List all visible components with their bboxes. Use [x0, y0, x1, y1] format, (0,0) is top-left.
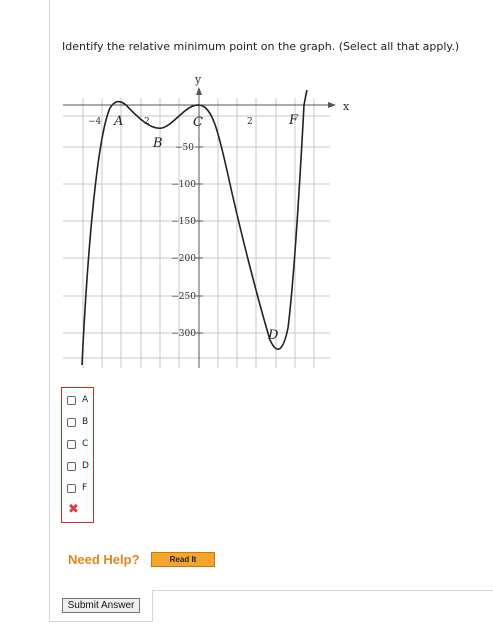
point-label-a: A [113, 114, 123, 129]
function-curve [81, 89, 308, 366]
choice-label-d: D [82, 461, 89, 471]
checkbox-d[interactable] [67, 461, 76, 471]
checkbox-b[interactable] [67, 417, 76, 427]
point-label-b: B [152, 136, 163, 151]
page-bottom-rule-right [152, 590, 493, 591]
x-axis-arrow [328, 102, 336, 108]
y-axis-arrow [196, 87, 202, 95]
answer-choices: A B C D F ✖ [61, 387, 94, 523]
y-tick-100: −100 [171, 180, 196, 190]
x-axis-label: x [343, 100, 350, 113]
choice-f[interactable]: F [67, 481, 87, 495]
checkbox-f[interactable] [67, 483, 76, 493]
need-help-label: Need Help? [68, 552, 140, 567]
y-tick-250: −250 [171, 292, 196, 302]
choice-label-b: B [82, 417, 89, 427]
page-bottom-rule [49, 621, 153, 622]
y-tick-200: −200 [171, 254, 196, 264]
submit-answer-button[interactable]: Submit Answer [62, 598, 140, 613]
y-tick-150: −150 [171, 217, 196, 227]
choice-label-c: C [82, 439, 89, 449]
y-tick-300: −300 [171, 329, 196, 339]
graph-grid [63, 98, 330, 368]
y-tick-50: −50 [175, 143, 194, 153]
x-tick-neg4: −4 [88, 117, 102, 127]
y-axis-label: y [194, 73, 202, 86]
checkbox-a[interactable] [67, 395, 76, 405]
choice-label-a: A [82, 395, 89, 405]
page-bottom-rule-corner [152, 590, 153, 622]
choice-c[interactable]: C [67, 437, 88, 451]
x-tick-2: 2 [247, 117, 253, 127]
choice-d[interactable]: D [67, 459, 89, 473]
choice-label-f: F [82, 483, 88, 493]
choice-b[interactable]: B [67, 415, 88, 429]
read-it-button[interactable]: Read It [151, 552, 215, 567]
point-label-d: D [267, 328, 279, 343]
choice-a[interactable]: A [67, 393, 88, 407]
checkbox-c[interactable] [67, 439, 76, 449]
x-mark-icon: ✖ [68, 502, 79, 517]
function-graph: x y −4 2 2 −50 −100 −150 −200 −250 −300 … [63, 73, 350, 368]
point-label-f: F [288, 113, 299, 128]
point-label-c: C [193, 115, 203, 130]
